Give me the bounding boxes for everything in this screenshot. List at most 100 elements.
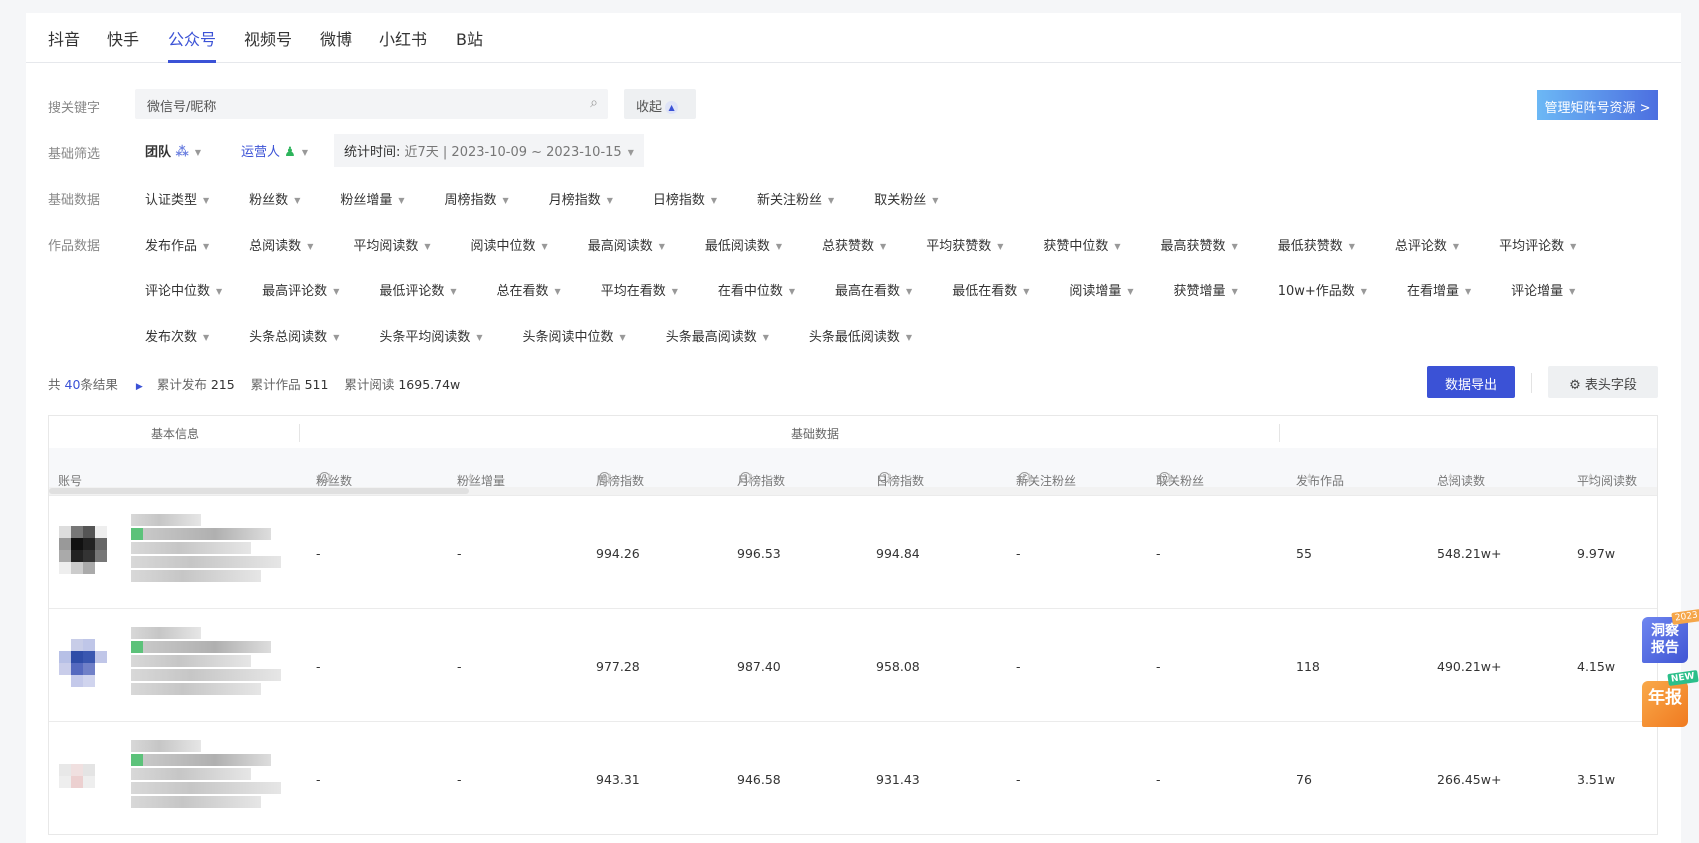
basic-data-filter[interactable]: 粉丝增量 ▼ <box>340 189 404 208</box>
table-row[interactable]: - - 943.31 946.58 931.43 - - 76 266.45w+ 3.51w <box>49 721 1657 834</box>
works-data-filter[interactable]: 最低评论数 ▼ <box>379 280 456 299</box>
team-filter[interactable]: 团队 ⁂ ▼ <box>145 141 201 160</box>
search-icon[interactable]: ⌕ <box>590 95 598 111</box>
search-input[interactable]: 微信号/昵称 ⌕ <box>135 89 608 119</box>
works-data-filter[interactable]: 最高在看数 ▼ <box>835 280 912 299</box>
time-label: 统计时间: <box>343 145 401 160</box>
collapse-button[interactable]: 收起 ▲ <box>624 89 696 119</box>
basic-data-filter[interactable]: 取关粉丝 ▼ <box>874 189 938 208</box>
works-label: 累计作品 <box>250 377 301 392</box>
works-data-filter[interactable]: 阅读增量 ▼ <box>1069 280 1133 299</box>
works-data-filter[interactable]: 头条平均阅读数 ▼ <box>379 326 482 345</box>
table-cell: 3.51w <box>1577 772 1616 787</box>
insight-report-badge[interactable]: 洞察报告 <box>1642 617 1688 663</box>
account-name[interactable] <box>131 740 281 810</box>
tab-0[interactable]: 抖音 <box>48 26 80 63</box>
account-name[interactable] <box>131 514 281 584</box>
tab-6[interactable]: B站 <box>456 26 483 63</box>
basic-data-filter[interactable]: 粉丝数 ▼ <box>249 189 300 208</box>
basic-data-filter[interactable]: 月榜指数 ▼ <box>549 189 613 208</box>
works-data-filter[interactable]: 发布作品 ▼ <box>145 235 209 254</box>
sort-icon[interactable]: ▲▼ <box>1587 472 1594 484</box>
works-data-filter[interactable]: 头条最高阅读数 ▼ <box>666 326 769 345</box>
works-data-filter[interactable]: 总获赞数 ▼ <box>822 235 886 254</box>
export-button[interactable]: 数据导出 <box>1427 366 1515 398</box>
works-data-filter[interactable]: 最高阅读数 ▼ <box>588 235 665 254</box>
caret-right-icon[interactable]: ▶ <box>136 382 143 392</box>
caret-down-icon: ▼ <box>671 287 678 296</box>
collapse-label: 收起 <box>636 100 663 115</box>
chip-label: 最高在看数 <box>835 284 901 299</box>
works-data-filter[interactable]: 总阅读数 ▼ <box>249 235 313 254</box>
table-cell: - <box>316 546 321 561</box>
table-row[interactable]: - - 994.26 996.53 994.84 - - 55 548.21w+ 9.97w <box>49 495 1657 608</box>
sort-icon[interactable]: ▲▼ <box>747 472 754 484</box>
works-data-filter[interactable]: 在看增量 ▼ <box>1407 280 1471 299</box>
account-name[interactable] <box>131 627 281 697</box>
table-cell: 931.43 <box>876 772 920 787</box>
sort-icon[interactable]: ▲▼ <box>1306 472 1313 484</box>
works-data-filter[interactable]: 发布次数 ▼ <box>145 326 209 345</box>
caret-down-icon: ▼ <box>905 333 913 342</box>
caret-down-icon: ▼ <box>203 333 210 342</box>
chip-label: 最高获赞数 <box>1160 239 1226 254</box>
works-data-filter[interactable]: 10w+作品数 ▼ <box>1278 280 1367 299</box>
caret-down-icon: ▼ <box>1114 242 1121 251</box>
works-data-filter[interactable]: 平均评论数 ▼ <box>1499 235 1576 254</box>
works-data-filter[interactable]: 阅读中位数 ▼ <box>471 235 548 254</box>
sort-icon[interactable]: ▲▼ <box>606 472 613 484</box>
chip-label: 10w+作品数 <box>1277 284 1355 299</box>
works-data-filter[interactable]: 最高评论数 ▼ <box>262 280 339 299</box>
manage-matrix-button[interactable]: 管理矩阵号资源 > <box>1537 90 1658 120</box>
works-data-filter[interactable]: 获赞中位数 ▼ <box>1043 235 1120 254</box>
table-cell: - <box>457 772 462 787</box>
caret-down-icon: ▼ <box>450 287 457 296</box>
table-cell: 4.15w <box>1577 659 1616 674</box>
tab-2[interactable]: 公众号 <box>168 26 217 63</box>
works-data-filter[interactable]: 在看中位数 ▼ <box>718 280 795 299</box>
tab-5[interactable]: 小红书 <box>379 26 427 63</box>
operator-filter[interactable]: 运营人 ♟ ▼ <box>241 141 308 160</box>
sort-icon[interactable]: ▲▼ <box>1447 472 1454 484</box>
annual-report-badge[interactable]: 年报 <box>1642 681 1688 727</box>
sort-icon[interactable]: ▲▼ <box>1166 472 1173 484</box>
tab-3[interactable]: 视频号 <box>244 26 292 63</box>
works-data-filter[interactable]: 平均阅读数 ▼ <box>353 235 430 254</box>
caret-down-icon: ▼ <box>502 196 509 205</box>
header-fields-button[interactable]: ⚙ 表头字段 <box>1548 366 1658 398</box>
works-data-filter[interactable]: 总在看数 ▼ <box>497 280 561 299</box>
table-row[interactable]: - - 977.28 987.40 958.08 - - 118 490.21w+ 4.15w <box>49 608 1657 721</box>
horizontal-scrollbar[interactable] <box>49 487 1657 495</box>
caret-down-icon: ▼ <box>301 148 308 157</box>
tab-4[interactable]: 微博 <box>320 26 352 63</box>
works-data-filter[interactable]: 获赞增量 ▼ <box>1174 280 1238 299</box>
works-data-filter[interactable]: 平均在看数 ▼ <box>601 280 678 299</box>
chip-label: 获赞中位数 <box>1043 239 1109 254</box>
basic-data-filter[interactable]: 新关注粉丝 ▼ <box>757 189 834 208</box>
time-filter[interactable]: 统计时间: 近7天 | 2023-10-09 ~ 2023-10-15 ▼ <box>333 134 644 167</box>
chip-label: 粉丝增量 <box>340 193 393 208</box>
basic-data-filter[interactable]: 周榜指数 ▼ <box>445 189 509 208</box>
sort-icon[interactable]: ▲▼ <box>886 472 893 484</box>
works-data-filter[interactable]: 最低在看数 ▼ <box>952 280 1029 299</box>
works-data-filter[interactable]: 头条阅读中位数 ▼ <box>523 326 626 345</box>
sort-icon[interactable]: ▲▼ <box>1026 472 1033 484</box>
team-icon: ⁂ <box>175 145 189 160</box>
works-data-filter[interactable]: 最低获赞数 ▼ <box>1278 235 1355 254</box>
works-data-filter[interactable]: 平均获赞数 ▼ <box>926 235 1003 254</box>
basic-data-filter[interactable]: 日榜指数 ▼ <box>653 189 717 208</box>
works-data-filter[interactable]: 头条总阅读数 ▼ <box>249 326 339 345</box>
tab-1[interactable]: 快手 <box>107 26 139 63</box>
works-data-filter[interactable]: 最高获赞数 ▼ <box>1161 235 1238 254</box>
works-data-filter[interactable]: 总评论数 ▼ <box>1395 235 1459 254</box>
sort-icon[interactable]: ▲▼ <box>467 472 474 484</box>
works-data-filter[interactable]: 评论中位数 ▼ <box>145 280 222 299</box>
caret-down-icon: ▼ <box>619 333 626 342</box>
works-data-filter[interactable]: 最低阅读数 ▼ <box>705 235 782 254</box>
chip-label: 平均阅读数 <box>353 239 419 254</box>
sort-icon[interactable]: ▲▼ <box>326 472 333 484</box>
works-data-filter[interactable]: 头条最低阅读数 ▼ <box>809 326 912 345</box>
basic-data-filter[interactable]: 认证类型 ▼ <box>145 189 209 208</box>
works-data-filter[interactable]: 评论增量 ▼ <box>1511 280 1575 299</box>
table-cell: - <box>1016 659 1021 674</box>
